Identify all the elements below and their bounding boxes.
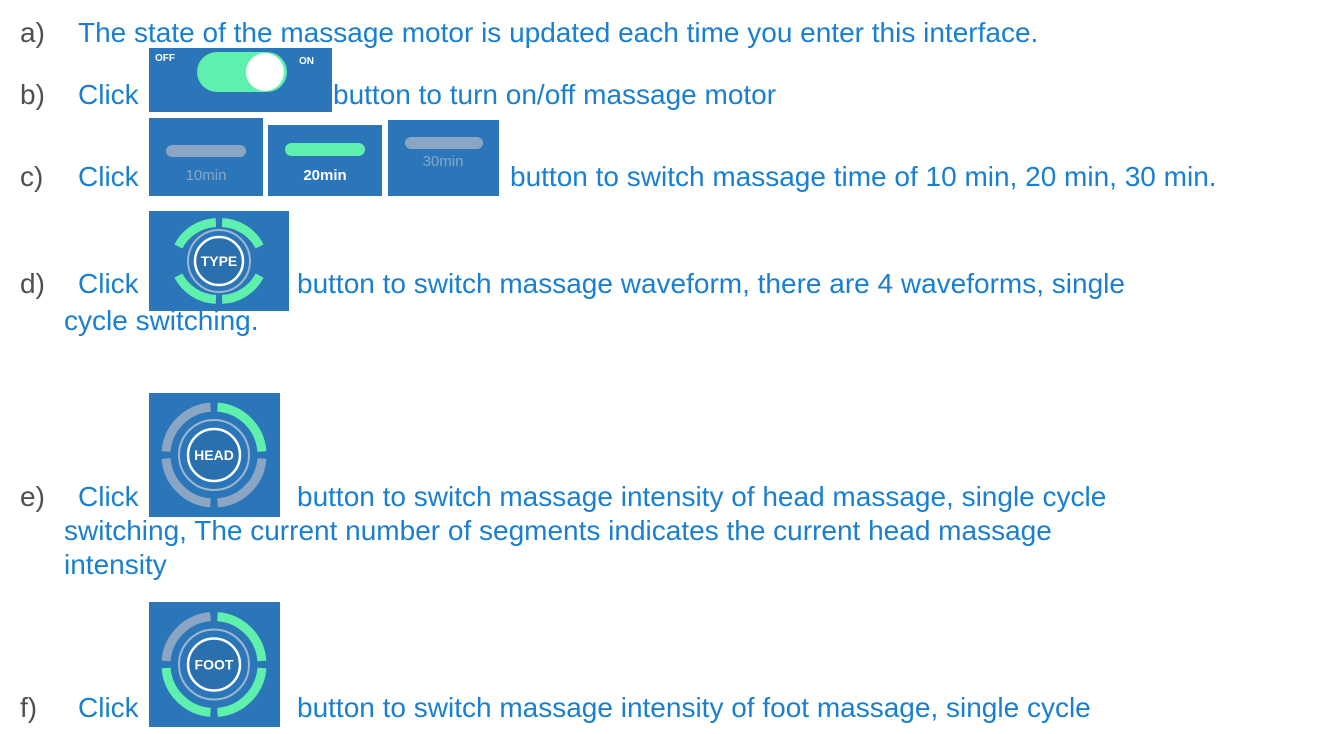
- toggle-off-label: OFF: [155, 53, 175, 64]
- item-b-marker: b): [20, 79, 45, 110]
- foot-label: FOOT: [195, 657, 234, 673]
- item-b-text: button to turn on/off massage motor: [333, 79, 777, 110]
- toggle-on-label: ON: [299, 56, 314, 67]
- time-10min-label: 10min: [186, 167, 227, 184]
- item-d-text-line1: button to switch massage waveform, there…: [297, 268, 1125, 299]
- item-c-marker: c): [20, 161, 44, 192]
- item-c-click: Click: [78, 161, 139, 192]
- head-button[interactable]: HEAD: [149, 393, 280, 517]
- item-e-text-line3: intensity: [64, 549, 167, 580]
- item-e-text-line1: button to switch massage intensity of he…: [297, 481, 1107, 512]
- item-d-click: Click: [78, 268, 139, 299]
- item-d-text-line2: cycle switching.: [64, 305, 259, 336]
- time-10min-button[interactable]: 10min: [149, 118, 263, 196]
- foot-button[interactable]: FOOT: [149, 602, 280, 727]
- item-f-click: Click: [78, 692, 139, 723]
- toggle-knob: [246, 53, 284, 91]
- motor-toggle-button[interactable]: OFF ON: [149, 48, 332, 112]
- item-e-text-line2: switching, The current number of segment…: [64, 515, 1052, 546]
- item-c-text: button to switch massage time of 10 min,…: [510, 161, 1217, 192]
- item-e-marker: e): [20, 481, 45, 512]
- item-a-marker: a): [20, 17, 45, 48]
- item-f-text-line1: button to switch massage intensity of fo…: [297, 692, 1091, 723]
- time-30min-indicator: [405, 137, 483, 149]
- item-d-marker: d): [20, 268, 45, 299]
- time-30min-label: 30min: [423, 153, 464, 170]
- item-b-click: Click: [78, 79, 139, 110]
- item-a-text: The state of the massage motor is update…: [78, 17, 1039, 48]
- item-e-click: Click: [78, 481, 139, 512]
- type-button[interactable]: TYPE: [149, 211, 289, 311]
- time-10min-indicator: [166, 145, 246, 157]
- item-f-marker: f): [20, 692, 38, 723]
- type-label: TYPE: [201, 253, 238, 269]
- head-label: HEAD: [194, 447, 234, 463]
- time-30min-button[interactable]: 30min: [388, 120, 499, 196]
- time-20min-indicator: [285, 143, 365, 156]
- time-20min-button[interactable]: 20min: [268, 125, 382, 196]
- time-20min-label: 20min: [303, 167, 346, 184]
